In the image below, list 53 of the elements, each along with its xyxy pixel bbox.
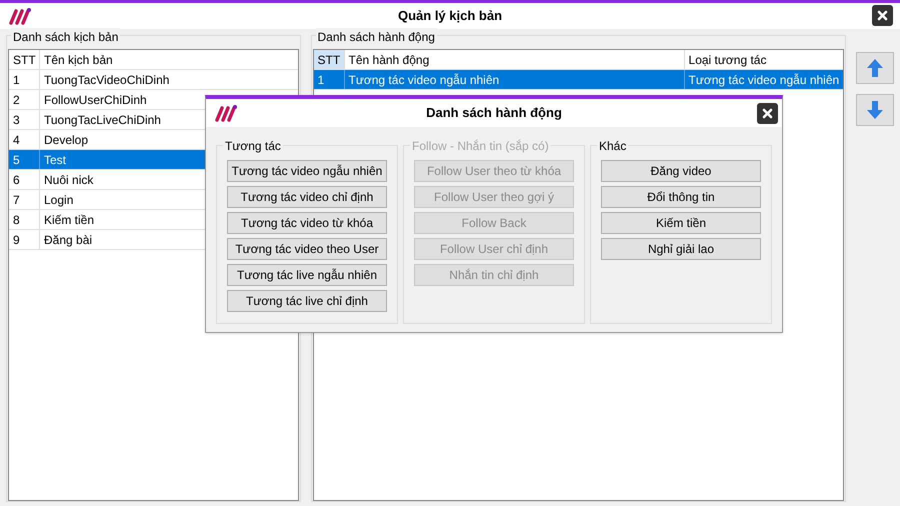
close-button[interactable] — [872, 5, 893, 26]
table-cell-text: FollowUserChiDinh — [44, 92, 147, 108]
table-cell-text: Develop — [44, 132, 88, 148]
column-header[interactable]: STT — [9, 50, 40, 69]
table-cell-text: 5 — [13, 152, 20, 168]
column-header[interactable]: Loại tương tác — [684, 50, 844, 69]
table-cell-text: 1 — [13, 72, 20, 88]
panel-title: Danh sách kịch bản — [11, 28, 120, 46]
app-logo-icon — [214, 104, 238, 122]
group-title: Follow - Nhắn tin (sắp có) — [410, 137, 551, 155]
action-button[interactable]: Kiếm tiền — [601, 212, 761, 234]
table-cell-text: Tương tác video ngẫu nhiên — [688, 72, 840, 88]
table-cell-text: TuongTacVideoChiDinh — [44, 72, 170, 88]
table-cell-text: 2 — [13, 92, 20, 108]
table-cell-text: TuongTacLiveChiDinh — [44, 112, 161, 128]
action-button[interactable]: Tương tác video ngẫu nhiên — [227, 160, 387, 182]
table-cell-text: Kiếm tiền — [44, 212, 94, 228]
table-cell-text: 1 — [318, 72, 324, 88]
action-button[interactable]: Đổi thông tin — [601, 186, 761, 208]
close-icon — [877, 10, 888, 21]
down-arrow-icon — [866, 100, 884, 120]
action-button[interactable]: Tương tác video từ khóa — [227, 212, 387, 234]
table-row[interactable]: 1 Tương tác video ngẫu nhiên Tương tác video ngẫu nhiên — [314, 70, 844, 90]
up-arrow-icon — [866, 58, 884, 78]
table-cell-text: 6 — [13, 172, 20, 188]
column-header[interactable]: Tên kịch bản — [40, 50, 298, 69]
action-button[interactable]: Tương tác live chỉ định — [227, 290, 387, 312]
table-cell-text: Nuôi nick — [44, 172, 94, 188]
table-cell-text: Login — [44, 192, 74, 208]
table-cell-text: Test — [44, 152, 66, 168]
table-cell-text: 4 — [13, 132, 20, 148]
table-cell-text: Đăng bài — [44, 232, 92, 248]
table-cell-text: 8 — [13, 212, 20, 228]
panel-title: Danh sách hành động — [316, 28, 437, 46]
close-button[interactable] — [757, 103, 778, 124]
action-button[interactable]: Nghỉ giải lao — [601, 238, 761, 260]
move-down-button[interactable] — [856, 94, 894, 126]
column-header[interactable]: Tên hành động — [344, 50, 685, 69]
move-up-button[interactable] — [856, 52, 894, 84]
table-cell-text: 3 — [13, 112, 20, 128]
dialog-title: Danh sách hành động — [426, 104, 562, 122]
table-row[interactable]: 1 TuongTacVideoChiDinh — [9, 70, 298, 90]
action-button[interactable]: Đăng video — [601, 160, 761, 182]
table-cell-text: 9 — [13, 232, 20, 248]
column-header[interactable]: STT — [314, 50, 345, 69]
table-cell-text: 7 — [13, 192, 20, 208]
action-button[interactable]: Tương tác video theo User — [227, 238, 387, 260]
app-logo-icon — [8, 7, 32, 25]
action-button[interactable]: Tương tác live ngẫu nhiên — [227, 264, 387, 286]
table-cell-text: Tương tác video ngẫu nhiên — [348, 72, 500, 88]
window-title: Quản lý kịch bản — [398, 7, 502, 26]
action-button[interactable]: Tương tác video chỉ định — [227, 186, 387, 208]
close-icon — [762, 108, 773, 119]
